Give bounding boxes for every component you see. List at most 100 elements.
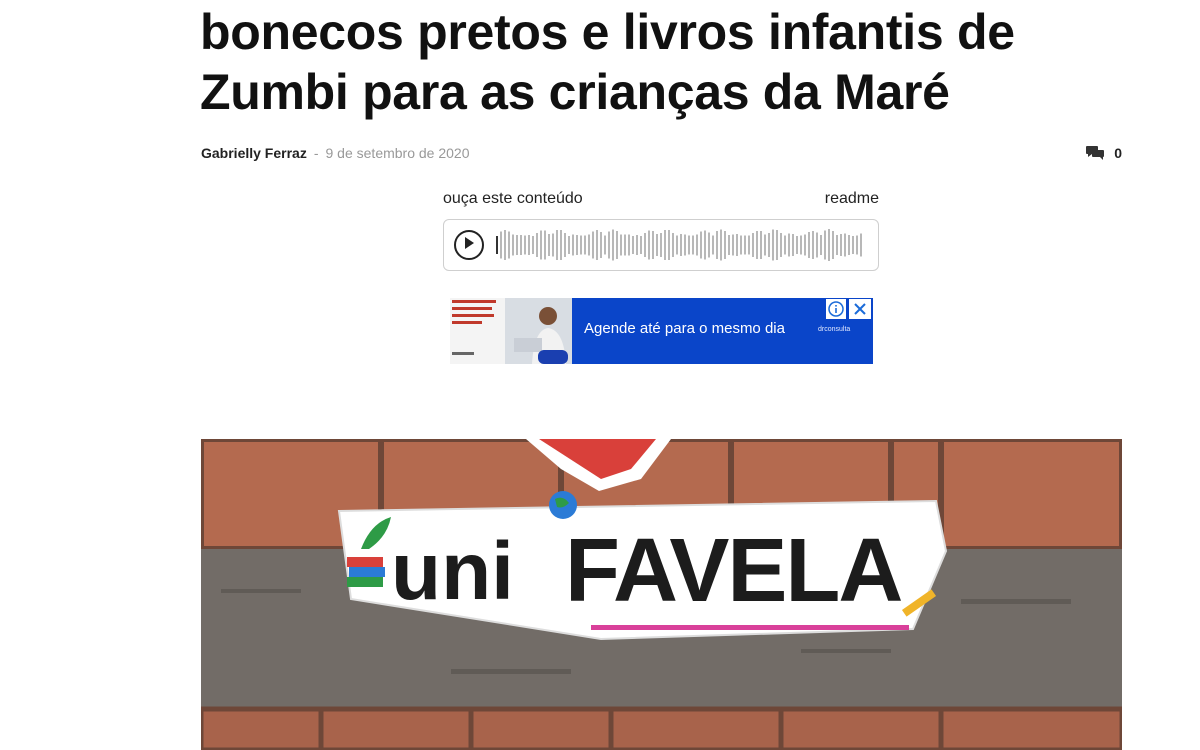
waveform-bar — [772, 229, 774, 261]
headline-line-2: Zumbi para as crianças da Maré — [200, 64, 950, 120]
play-icon — [463, 236, 475, 255]
waveform-bar — [524, 235, 526, 255]
waveform-bar — [680, 234, 682, 256]
waveform-bar — [824, 230, 826, 260]
article-headline: bonecos pretos e livros infantis de Zumb… — [200, 2, 1160, 122]
waveform-bar — [560, 230, 562, 260]
waveform-bar — [532, 236, 534, 254]
waveform-bar — [744, 235, 746, 255]
waveform-bar — [776, 230, 778, 260]
audio-waveform[interactable] — [494, 225, 866, 265]
waveform-bar — [792, 234, 794, 256]
ad-text: Agende até para o mesmo dia — [584, 320, 785, 337]
waveform-bar — [668, 230, 670, 260]
waveform-bar — [648, 230, 650, 260]
waveform-bar — [780, 233, 782, 257]
ad-banner[interactable]: Agende até para o mesmo dia drconsulta — [450, 298, 873, 364]
waveform-bar — [656, 234, 658, 256]
waveform-bar — [860, 233, 862, 257]
waveform-bar — [520, 235, 522, 255]
waveform-bar — [568, 236, 570, 254]
publish-date: 9 de setembro de 2020 — [325, 145, 470, 161]
waveform-bar — [844, 233, 846, 257]
waveform-bar — [724, 231, 726, 259]
waveform-bar — [820, 235, 822, 255]
waveform-bar — [504, 230, 506, 260]
waveform-bar — [576, 235, 578, 255]
waveform-bar — [784, 235, 786, 255]
waveform-bar — [736, 234, 738, 256]
waveform-bar — [816, 232, 818, 258]
waveform-bar — [700, 231, 702, 259]
waveform-bar — [800, 235, 802, 255]
waveform-bar — [588, 234, 590, 256]
waveform-bar — [796, 236, 798, 254]
listen-label: ouça este conteúdo — [443, 190, 583, 207]
readme-brand[interactable]: readme — [825, 190, 879, 208]
waveform-bar — [812, 231, 814, 259]
waveform-bar — [708, 232, 710, 258]
waveform-bar — [848, 235, 850, 255]
comment-count: 0 — [1114, 145, 1122, 161]
waveform-bar — [692, 235, 694, 255]
play-button[interactable] — [454, 230, 484, 260]
waveform-bar — [540, 230, 542, 260]
waveform-bar — [500, 231, 502, 259]
waveform-bar — [788, 233, 790, 257]
waveform-bar — [684, 234, 686, 256]
waveform-bar — [696, 234, 698, 256]
waveform-bar — [600, 232, 602, 258]
waveform-bar — [716, 231, 718, 259]
waveform-bar — [804, 234, 806, 256]
waveform-bar — [840, 234, 842, 256]
waveform-bar — [596, 230, 598, 260]
waveform-bar — [616, 231, 618, 259]
waveform-bar — [664, 230, 666, 260]
waveform-bar — [748, 235, 750, 255]
headline-line-1: bonecos pretos e livros infantis de — [200, 4, 1015, 60]
waveform-bar — [548, 234, 550, 256]
waveform-bar — [732, 234, 734, 256]
waveform-bar — [552, 233, 554, 257]
waveform-bar — [652, 231, 654, 259]
ad-brand: drconsulta — [818, 326, 851, 333]
waveform-bar — [688, 235, 690, 255]
waveform-bar — [624, 234, 626, 256]
waveform-bar — [764, 234, 766, 256]
waveform-bar — [660, 233, 662, 257]
waveform-bar — [544, 230, 546, 260]
waveform-bar — [644, 233, 646, 257]
waveform-bar — [856, 235, 858, 255]
waveform-bar — [628, 234, 630, 256]
audio-player — [443, 219, 879, 271]
waveform-bar — [612, 229, 614, 261]
waveform-bar — [828, 229, 830, 261]
ad-image — [450, 298, 572, 364]
comments-icon — [1086, 146, 1105, 160]
waveform-bar — [608, 231, 610, 259]
waveform-bar — [672, 233, 674, 257]
waveform-bar — [728, 235, 730, 255]
waveform-bar — [852, 236, 854, 254]
comments-link[interactable]: 0 — [1086, 143, 1122, 163]
waveform-bar — [676, 235, 678, 255]
waveform-bar — [620, 234, 622, 256]
waveform-bar — [636, 235, 638, 255]
waveform-bar — [640, 236, 642, 254]
waveform-bar — [584, 235, 586, 255]
waveform-bar — [832, 231, 834, 259]
info-icon[interactable] — [826, 299, 846, 319]
article-meta: Gabrielly Ferraz - 9 de setembro de 2020 — [201, 143, 470, 163]
waveform-bar — [572, 234, 574, 256]
waveform-bar — [496, 236, 498, 254]
waveform-bar — [528, 235, 530, 255]
waveform-bar — [516, 235, 518, 255]
close-icon[interactable] — [849, 299, 871, 319]
author-link[interactable]: Gabrielly Ferraz — [201, 145, 307, 161]
waveform-bar — [704, 230, 706, 260]
waveform-bar — [720, 229, 722, 261]
waveform-bar — [512, 234, 514, 256]
article-photo: uni FAVELA — [201, 439, 1122, 750]
sign-text-favela: FAVELA — [565, 521, 901, 621]
waveform-bar — [752, 233, 754, 257]
